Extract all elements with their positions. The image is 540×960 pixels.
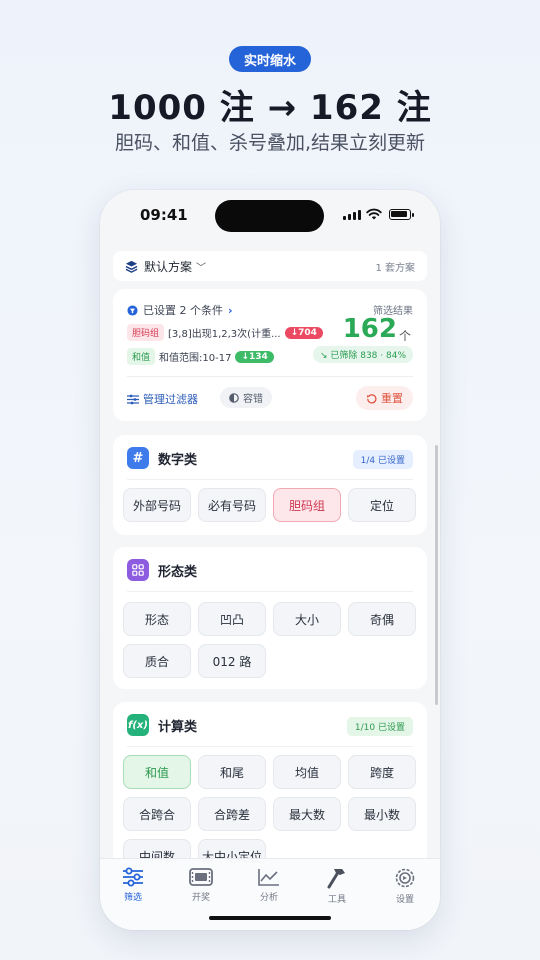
promo-title: 1000 注 → 162 注 (108, 88, 432, 128)
reset-label: 重置 (381, 392, 403, 405)
chip-external-numbers[interactable]: 外部号码 (123, 488, 191, 522)
tab-filter[interactable]: 筛选 (113, 867, 153, 903)
tab-label: 设置 (395, 895, 414, 905)
plan-name: 默认方案 (144, 259, 193, 274)
tab-label: 筛选 (123, 893, 142, 903)
category-title: 数字类 (158, 452, 198, 468)
condition-row-sum[interactable]: 和值 和值范围:10-17 ↓134 (127, 348, 274, 365)
tab-label: 分析 (259, 893, 278, 903)
chip-sum-span-diff[interactable]: 合跨差 (198, 797, 266, 831)
category-badge: 1/4 已设置 (352, 450, 413, 469)
manage-filters-label: 管理过滤器 (143, 393, 198, 406)
tolerance-toggle[interactable]: 容错 (220, 387, 272, 408)
tab-settings[interactable]: 设置 (385, 867, 425, 905)
tab-label: 工具 (327, 895, 346, 905)
result-count: 162 (342, 314, 397, 344)
chip-sum[interactable]: 和值 (123, 755, 191, 789)
plan-selector[interactable]: 默认方案 ﹀ 1 套方案 (113, 251, 427, 281)
conditions-link[interactable]: 已设置 2 个条件 › (127, 302, 233, 318)
result-unit: 个 (398, 329, 411, 343)
dynamic-island (215, 200, 324, 232)
removed-badge: ↘ 已筛除 838 · 84% (312, 346, 413, 363)
chip-span[interactable]: 跨度 (348, 755, 416, 789)
category-title: 形态类 (158, 564, 198, 580)
filter-summary-card: 已设置 2 个条件 › 胆码组 [3,8]出现1,2,3次(计重... ↓704… (113, 289, 427, 421)
chip-position[interactable]: 定位 (348, 488, 416, 522)
divider (127, 591, 413, 592)
condition-delta: ↓704 (284, 326, 323, 339)
hash-icon: # (127, 447, 149, 469)
condition-tag: 和值 (127, 348, 156, 365)
promo-subtitle: 胆码、和值、杀号叠加,结果立刻更新 (114, 132, 426, 154)
category-badge: 1/10 已设置 (346, 717, 413, 736)
promo-pill: 实时缩水 (229, 46, 311, 72)
category-card-shape: 形态类 形态 凹凸 大小 奇偶 质合 012 路 (113, 547, 427, 689)
chip-required-numbers[interactable]: 必有号码 (198, 488, 266, 522)
tab-analysis[interactable]: 分析 (249, 867, 289, 903)
tab-draw[interactable]: 开奖 (181, 867, 221, 903)
condition-row-dan[interactable]: 胆码组 [3,8]出现1,2,3次(计重... ↓704 (127, 324, 323, 341)
condition-text: 和值范围:10-17 (159, 353, 232, 364)
divider (127, 376, 413, 377)
condition-delta: ↓134 (235, 350, 274, 363)
sliders-icon (127, 394, 139, 404)
divider (127, 479, 413, 480)
chevron-down-icon: ﹀ (196, 262, 207, 274)
phone-frame: 09:41 默认方案 ﹀ 1 套方案 已设置 2 个条件 › 胆码组 [3,8]… (100, 190, 440, 930)
conditions-count: 已设置 2 个条件 (143, 304, 223, 317)
category-card-digit: # 数字类 1/4 已设置 外部号码 必有号码 胆码组 定位 (113, 435, 427, 535)
chip-sum-tail[interactable]: 和尾 (198, 755, 266, 789)
chip-012-route[interactable]: 012 路 (198, 644, 266, 678)
status-time: 09:41 (140, 206, 188, 224)
chart-line-icon (258, 869, 279, 886)
filter-icon (127, 304, 138, 316)
chip-average[interactable]: 均值 (273, 755, 341, 789)
plan-count: 1 套方案 (375, 262, 415, 274)
chip-odd-even[interactable]: 奇偶 (348, 602, 416, 636)
reset-button[interactable]: 重置 (356, 386, 413, 410)
function-icon: f(x) (127, 714, 149, 736)
film-icon (189, 868, 213, 886)
chip-sum-span-sum[interactable]: 合跨合 (123, 797, 191, 831)
chip-min-number[interactable]: 最小数 (348, 797, 416, 831)
condition-text: [3,8]出现1,2,3次(计重... (168, 329, 281, 340)
chip-shape[interactable]: 形态 (123, 602, 191, 636)
reset-icon (367, 393, 377, 404)
home-indicator (209, 916, 331, 920)
category-title: 计算类 (158, 719, 198, 735)
chip-concave-convex[interactable]: 凹凸 (198, 602, 266, 636)
wifi-icon (366, 208, 382, 220)
layers-icon (125, 260, 138, 273)
manage-filters-button[interactable]: 管理过滤器 (127, 391, 198, 407)
hammer-icon (327, 869, 345, 889)
grid-icon (127, 559, 149, 581)
gear-icon (395, 868, 415, 888)
chip-max-number[interactable]: 最大数 (273, 797, 341, 831)
sliders-icon (123, 867, 143, 887)
half-circle-icon (229, 392, 239, 403)
scrollbar[interactable] (435, 445, 438, 705)
divider (127, 746, 413, 747)
tab-label: 开奖 (191, 893, 210, 903)
status-bar: 09:41 (100, 190, 440, 240)
chip-dan-group[interactable]: 胆码组 (273, 488, 341, 522)
condition-tag: 胆码组 (127, 324, 165, 341)
chip-size[interactable]: 大小 (273, 602, 341, 636)
signal-icon (343, 210, 361, 220)
battery-icon (389, 209, 414, 220)
chip-prime-composite[interactable]: 质合 (123, 644, 191, 678)
tab-tools[interactable]: 工具 (317, 867, 357, 905)
tolerance-label: 容错 (243, 394, 263, 405)
chevron-right-icon: › (228, 303, 233, 317)
